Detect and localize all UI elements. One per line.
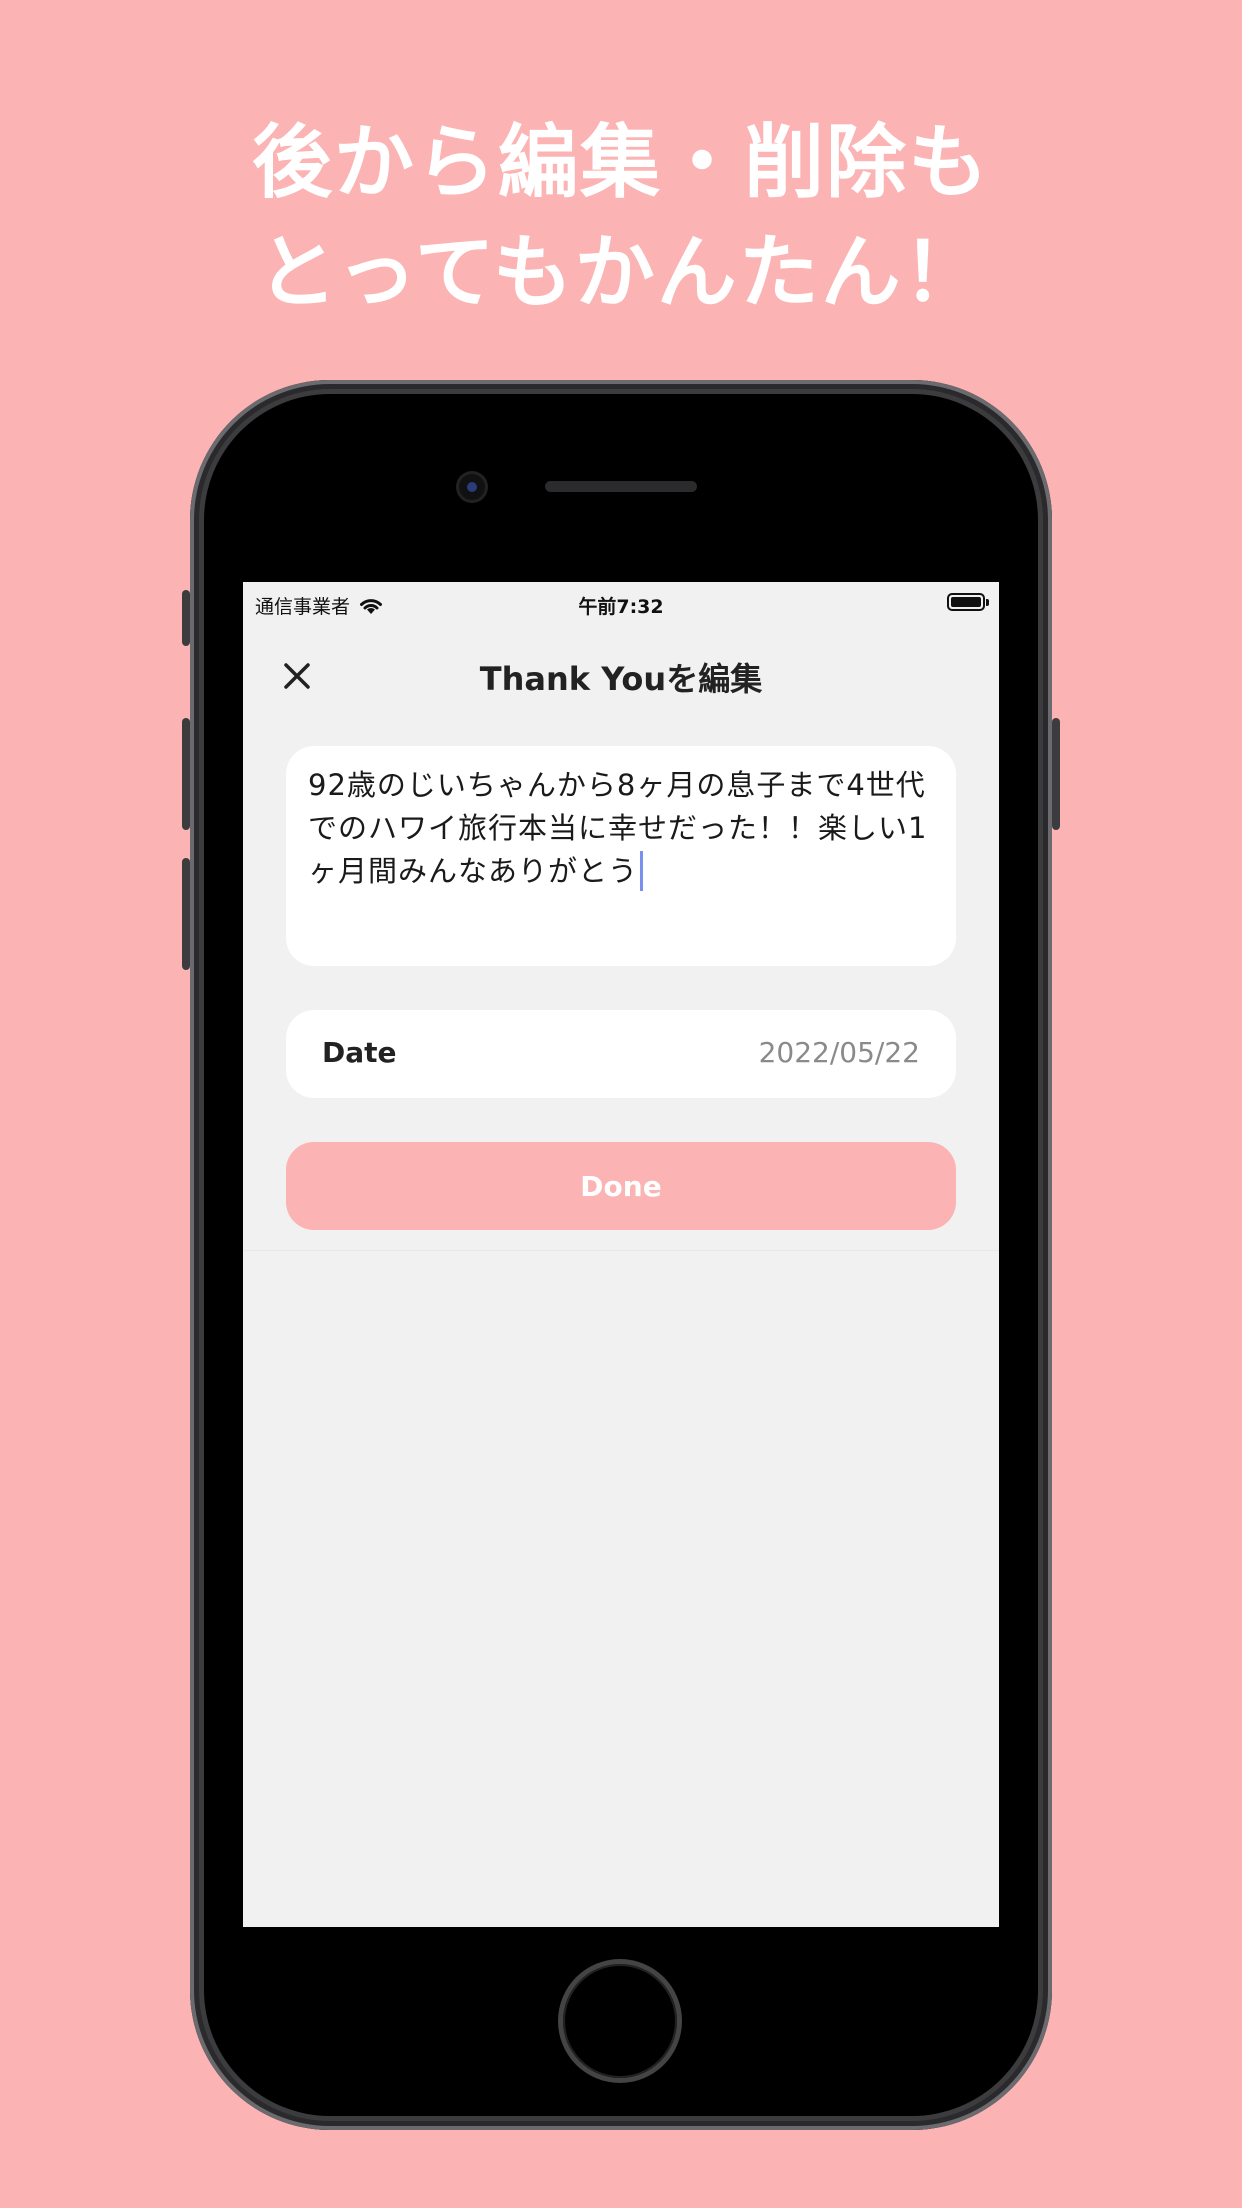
navigation-bar: Thank Youを編集 (243, 624, 999, 724)
date-row[interactable]: Date 2022/05/22 (286, 1010, 956, 1098)
headline-line-1: 後から編集・削除も (252, 116, 990, 209)
content-divider (243, 1250, 999, 1251)
thank-you-text[interactable]: 92歳のじいちゃんから8ヶ月の息子まで4世代でのハワイ旅行本当に幸せだった！！楽… (308, 768, 927, 888)
home-button[interactable] (563, 1964, 677, 2078)
status-time: 午前7:32 (578, 596, 664, 618)
promo-headline: 後から編集・削除も とってもかんたん！ (0, 108, 1242, 328)
done-button[interactable]: Done (286, 1142, 956, 1230)
thank-you-text-field[interactable]: 92歳のじいちゃんから8ヶ月の息子まで4世代でのハワイ旅行本当に幸せだった！！楽… (286, 746, 956, 966)
headline-line-2: とってもかんたん！ (257, 226, 985, 319)
front-camera (459, 474, 485, 500)
battery-icon (947, 593, 989, 611)
date-value[interactable]: 2022/05/22 (759, 1036, 920, 1069)
power-button (1052, 718, 1060, 830)
page-title: Thank Youを編集 (479, 660, 763, 698)
text-cursor (640, 851, 644, 891)
mute-switch (182, 590, 190, 646)
earpiece-speaker (545, 481, 697, 492)
date-label: Date (322, 1036, 397, 1069)
volume-down-button (182, 858, 190, 970)
status-bar: 通信事業者 午前7:32 (243, 582, 999, 624)
phone-screen: 通信事業者 午前7:32 Thank Youを編集 92歳のじいちゃんから8ヶ月… (243, 582, 999, 1927)
volume-up-button (182, 718, 190, 830)
